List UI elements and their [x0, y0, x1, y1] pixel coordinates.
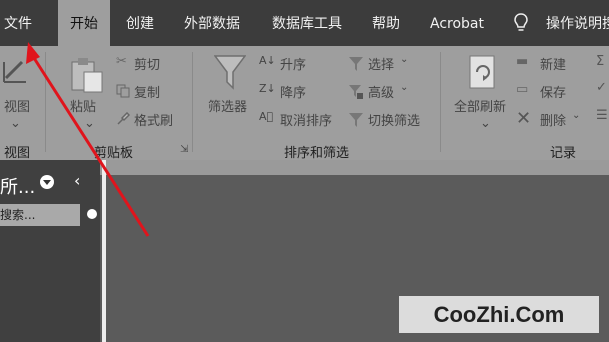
annotation-arrow — [26, 42, 150, 237]
watermark: CooZhi.Com — [399, 296, 599, 333]
